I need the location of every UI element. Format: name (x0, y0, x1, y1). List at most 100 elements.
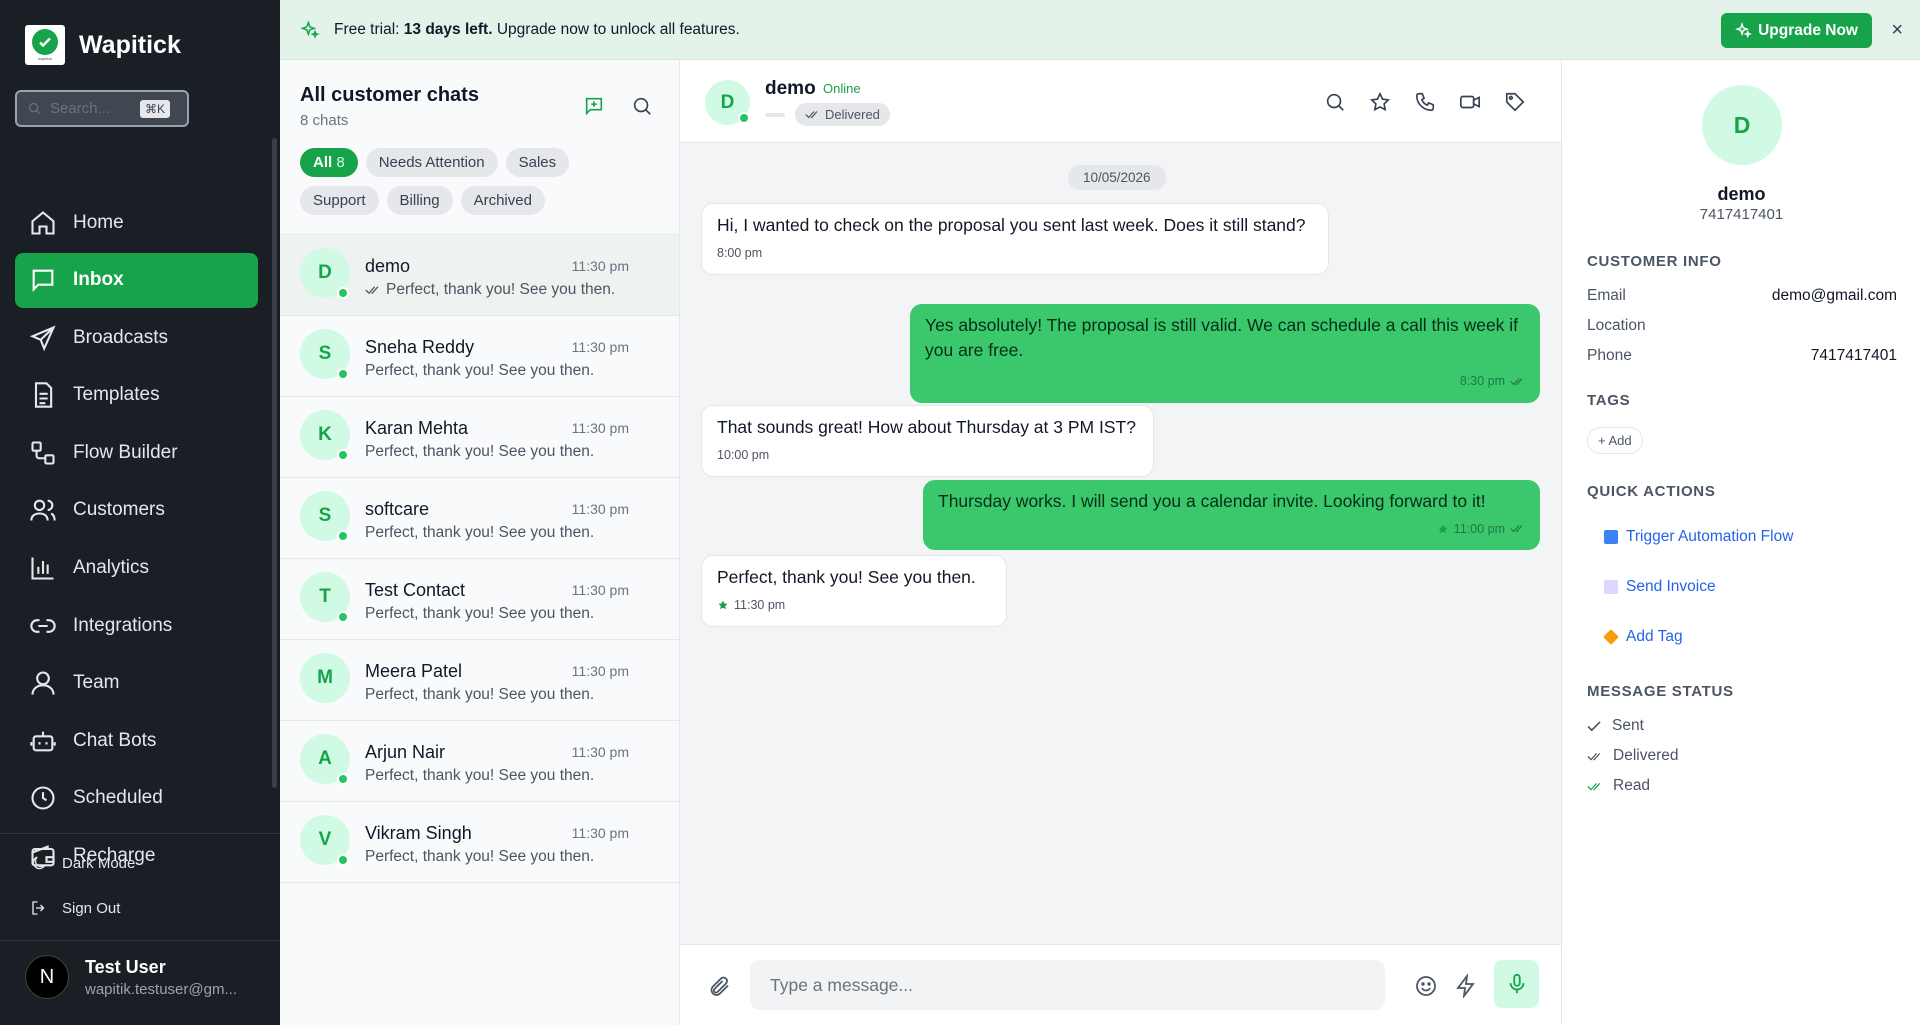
conversation-item[interactable]: S Sneha Reddy 11:30 pm Perfect, thank yo… (280, 316, 679, 397)
conversation-list: D demo 11:30 pm Perfect, thank you! See … (280, 234, 679, 883)
send-invoice-button[interactable]: Send Invoice (1604, 578, 1716, 596)
info-key: Location (1587, 317, 1646, 334)
nav-home[interactable]: Home (15, 195, 258, 250)
chat-count: 8 chats (300, 112, 349, 129)
filter-archived[interactable]: Archived (460, 186, 545, 215)
avatar: N (25, 955, 69, 999)
nav-label: Home (73, 211, 124, 233)
conversation-preview: Perfect, thank you! See you then. (365, 524, 595, 541)
info-key: Email (1587, 287, 1626, 304)
conversation-item[interactable]: M Meera Patel 11:30 pm Perfect, thank yo… (280, 640, 679, 721)
nav-templates[interactable]: Templates (15, 368, 258, 423)
delivery-badge: Delivered (795, 103, 890, 126)
moon-icon (32, 856, 46, 870)
nav-label: Broadcasts (73, 326, 169, 348)
conversation-name: Test Contact (365, 580, 466, 600)
nav-scheduled[interactable]: Scheduled (15, 771, 258, 826)
home-icon (31, 210, 55, 235)
video-icon[interactable] (1459, 91, 1481, 113)
nav-integrations[interactable]: Integrations (15, 598, 258, 653)
close-icon[interactable]: × (1891, 19, 1903, 42)
online-indicator (337, 449, 349, 461)
conversation-preview: Perfect, thank you! See you then. (365, 281, 615, 299)
sign-out-label: Sign Out (62, 899, 121, 917)
delivery-label: Delivered (825, 107, 880, 122)
quick-action-label: Add Tag (1626, 628, 1683, 645)
message-outgoing[interactable]: Thursday works. I will send you a calend… (923, 480, 1540, 550)
conversation-item[interactable]: T Test Contact 11:30 pm Perfect, thank y… (280, 559, 679, 640)
user-profile[interactable]: N Test User wapitik.testuser@gm... (25, 955, 237, 999)
phone-icon[interactable] (1414, 91, 1436, 113)
nav-analytics[interactable]: Analytics (15, 541, 258, 596)
nav-flow-builder[interactable]: Flow Builder (15, 425, 258, 480)
filter-needs-attention[interactable]: Needs Attention (365, 148, 498, 177)
message-outgoing[interactable]: Yes absolutely! The proposal is still va… (910, 304, 1540, 403)
quick-action-label: Trigger Automation Flow (1626, 528, 1794, 545)
message-text: That sounds great! How about Thursday at… (717, 417, 1136, 437)
filter-support[interactable]: Support (300, 186, 379, 215)
preview-text: Perfect, thank you! See you then. (386, 281, 616, 298)
nav-chat-bots[interactable]: Chat Bots (15, 713, 258, 768)
message-text: Yes absolutely! The proposal is still va… (925, 315, 1519, 360)
message-incoming[interactable]: Hi, I wanted to check on the proposal yo… (701, 203, 1329, 275)
tag-icon[interactable] (1504, 91, 1526, 113)
section-title: CUSTOMER INFO (1587, 253, 1722, 270)
message-incoming[interactable]: Perfect, thank you! See you then. 11:30 … (701, 555, 1007, 627)
filter-billing[interactable]: Billing (386, 186, 453, 215)
conversation-time: 11:30 pm (571, 420, 629, 436)
conversation-item[interactable]: K Karan Mehta 11:30 pm Perfect, thank yo… (280, 397, 679, 478)
lightning-icon[interactable] (1454, 974, 1478, 998)
dark-mode-toggle[interactable]: Dark Mode (30, 854, 135, 872)
conversation-time: 11:30 pm (571, 339, 629, 355)
trial-banner: Free trial: 13 days left. Upgrade now to… (280, 0, 1920, 60)
nav-customers[interactable]: Customers (15, 483, 258, 538)
filter-sales[interactable]: Sales (505, 148, 570, 177)
nav-label: Flow Builder (73, 441, 178, 463)
message-incoming[interactable]: That sounds great! How about Thursday at… (701, 405, 1154, 477)
search-icon[interactable] (1324, 91, 1346, 113)
check-icon (1587, 720, 1601, 731)
upgrade-now-button[interactable]: Upgrade Now (1721, 13, 1872, 48)
conversation-item[interactable]: D demo 11:30 pm Perfect, thank you! See … (280, 235, 679, 316)
sidebar-search-input[interactable] (50, 100, 132, 117)
conversation-item[interactable]: S softcare 11:30 pm Perfect, thank you! … (280, 478, 679, 559)
search-icon[interactable] (631, 95, 653, 117)
nav-inbox[interactable]: Inbox (15, 252, 258, 308)
brand-name: Wapitick (79, 30, 181, 59)
star-icon[interactable] (1369, 91, 1391, 113)
new-chat-icon[interactable] (583, 95, 605, 117)
sidebar-scrollbar[interactable] (272, 138, 277, 788)
paperclip-icon[interactable] (708, 974, 732, 998)
message-input[interactable] (750, 960, 1385, 1010)
flow-icon (31, 441, 55, 465)
conversation-time: 11:30 pm (571, 825, 629, 841)
voice-record-button[interactable] (1494, 960, 1539, 1008)
online-status: Online (823, 81, 861, 96)
sidebar-search[interactable]: ⌘K (15, 90, 189, 127)
conversation-item[interactable]: V Vikram Singh 11:30 pm Perfect, thank y… (280, 802, 679, 883)
trial-suffix: Upgrade now to unlock all features. (496, 20, 740, 38)
brand[interactable]: wapitick Wapitick (25, 25, 181, 65)
trial-prefix: Free trial: (334, 20, 400, 38)
emoji-icon[interactable] (1414, 974, 1438, 998)
conversation-time: 11:30 pm (571, 582, 629, 598)
info-value: 7417417401 (1810, 347, 1897, 364)
add-tag-action-button[interactable]: Add Tag (1603, 628, 1683, 646)
trigger-automation-button[interactable]: Trigger Automation Flow (1604, 528, 1793, 546)
chat-panel: D demo Online Delivered 10/05/2026 Hi, I… (680, 60, 1561, 1025)
trial-message: Free trial: 13 days left. Upgrade now to… (334, 21, 740, 39)
double-check-icon (1510, 377, 1523, 386)
double-check-icon (805, 111, 818, 119)
file-icon (34, 382, 53, 408)
user-icon (31, 671, 55, 696)
avatar: D (1702, 85, 1782, 165)
filter-all[interactable]: All 8 (300, 148, 358, 177)
status-label: Delivered (1613, 747, 1679, 764)
nav-broadcasts[interactable]: Broadcasts (15, 310, 258, 365)
nav-label: Chat Bots (73, 729, 157, 751)
conversation-item[interactable]: A Arjun Nair 11:30 pm Perfect, thank you… (280, 721, 679, 802)
nav-team[interactable]: Team (15, 656, 258, 711)
tag-icon (1603, 629, 1619, 645)
add-tag-button[interactable]: + Add (1587, 427, 1643, 454)
sign-out-button[interactable]: Sign Out (30, 899, 120, 917)
